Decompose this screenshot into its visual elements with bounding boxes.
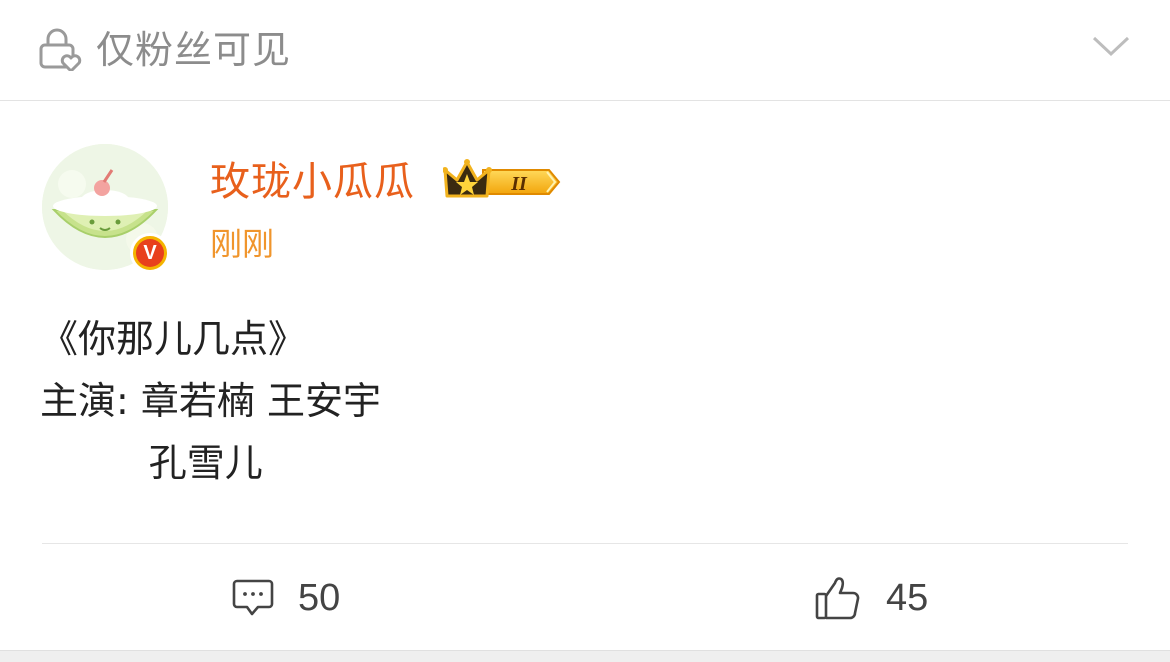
chevron-down-icon[interactable] <box>1090 30 1132 60</box>
comment-button[interactable]: 50 <box>232 568 340 628</box>
like-count: 45 <box>886 576 929 619</box>
vip-level-text: II <box>510 173 528 195</box>
vip-crown-icon[interactable]: II <box>443 158 563 202</box>
post-content: 《你那儿几点》 主演: 章若楠 王安宇 孔雪儿 <box>40 308 940 494</box>
post-time: 刚刚 <box>210 225 275 263</box>
post-content-line: 主演: 章若楠 王安宇 <box>40 379 381 423</box>
comment-count: 50 <box>298 576 341 619</box>
verified-badge-icon: V <box>130 233 170 273</box>
post-content-line: 《你那儿几点》 <box>40 317 307 361</box>
post-content-line: 孔雪儿 <box>40 441 263 485</box>
lock-heart-icon <box>39 28 82 71</box>
thumbs-up-icon <box>815 577 860 620</box>
bottom-separator <box>0 650 1170 662</box>
actions-divider <box>42 543 1128 544</box>
visibility-label: 仅粉丝可见 <box>96 28 292 72</box>
like-button[interactable]: 45 <box>814 568 928 628</box>
author-name[interactable]: 玫珑小瓜瓜 <box>210 156 415 208</box>
visibility-bar: 仅粉丝可见 <box>0 0 1170 100</box>
comment-icon <box>232 579 274 616</box>
header-divider <box>0 100 1170 101</box>
